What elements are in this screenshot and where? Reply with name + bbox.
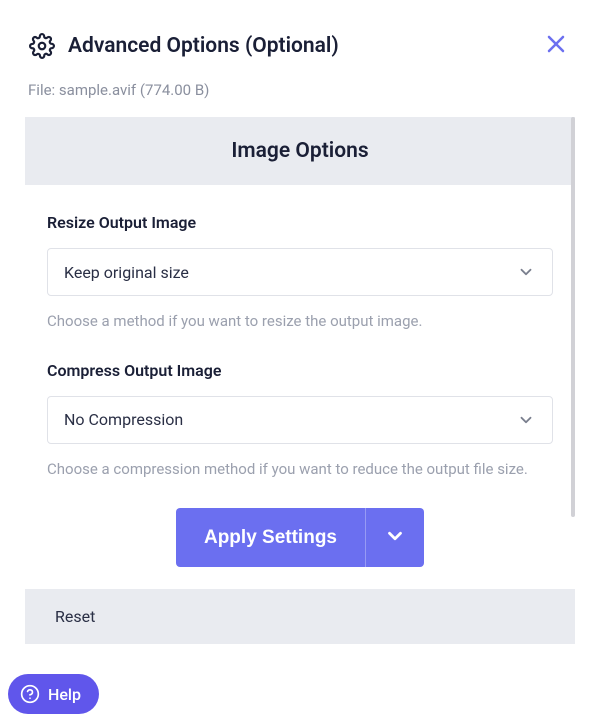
advanced-options-modal: Advanced Options (Optional) File: sample… [0, 0, 600, 722]
resize-label: Resize Output Image [47, 213, 553, 232]
file-name: sample.avif [59, 81, 136, 99]
apply-dropdown-button[interactable] [365, 508, 424, 567]
close-button[interactable] [540, 28, 572, 63]
help-widget[interactable]: Help [8, 674, 99, 714]
reset-button[interactable]: Reset [25, 589, 575, 644]
chevron-down-icon [384, 525, 406, 550]
chevron-down-icon [516, 410, 536, 430]
file-size: (774.00 B) [140, 81, 210, 99]
resize-hint: Choose a method if you want to resize th… [47, 310, 553, 333]
file-info: File: sample.avif (774.00 B) [0, 81, 600, 117]
apply-row: Apply Settings [25, 508, 575, 567]
compress-select[interactable]: No Compression [47, 396, 553, 444]
help-icon [20, 684, 40, 704]
scrollbar[interactable] [571, 117, 575, 517]
compress-option-block: Compress Output Image No Compression Cho… [25, 333, 575, 481]
resize-select[interactable]: Keep original size [47, 248, 553, 296]
content-area: Image Options Resize Output Image Keep o… [0, 117, 600, 480]
help-label: Help [48, 685, 81, 704]
resize-option-block: Resize Output Image Keep original size C… [25, 185, 575, 333]
file-label: File: [28, 81, 55, 99]
modal-header: Advanced Options (Optional) [0, 0, 600, 81]
compress-hint: Choose a compression method if you want … [47, 458, 553, 481]
gear-icon [28, 32, 56, 60]
compress-select-value: No Compression [64, 410, 183, 429]
close-icon [544, 32, 568, 59]
modal-footer: Apply Settings Reset [0, 480, 600, 644]
header-left: Advanced Options (Optional) [28, 32, 339, 60]
modal-title: Advanced Options (Optional) [68, 34, 339, 58]
chevron-down-icon [516, 262, 536, 282]
section-header: Image Options [25, 117, 575, 185]
resize-select-value: Keep original size [64, 263, 189, 282]
apply-settings-button[interactable]: Apply Settings [176, 508, 365, 567]
compress-label: Compress Output Image [47, 361, 553, 380]
